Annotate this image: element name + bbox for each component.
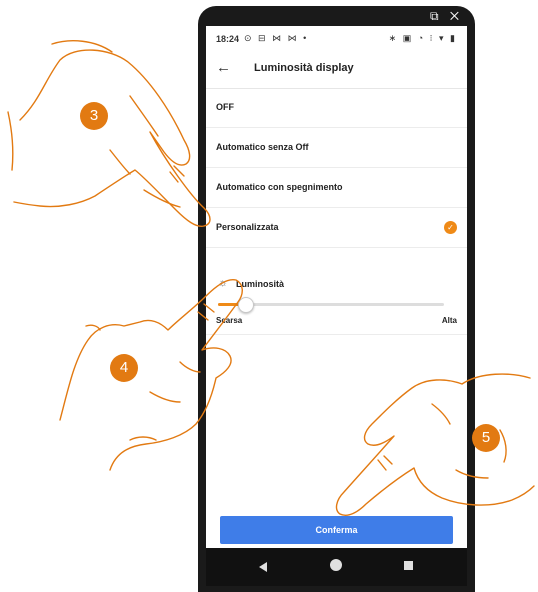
option-custom[interactable]: Personalizzata ✓ xyxy=(206,208,467,248)
back-arrow-icon[interactable]: ← xyxy=(216,59,231,76)
step-badge-5: 5 xyxy=(472,424,500,452)
brightness-label: Luminosità xyxy=(236,279,285,289)
brightness-low-label: Scarsa xyxy=(216,316,243,325)
window-toolbar: ⧉ ✕ xyxy=(198,6,475,26)
option-auto-with-off[interactable]: Automatico con spegnimento xyxy=(206,168,467,208)
option-off[interactable]: OFF xyxy=(206,88,467,128)
option-label: Personalizzata xyxy=(216,222,279,232)
sun-icon: ☼ xyxy=(218,277,229,289)
option-label: OFF xyxy=(216,102,234,112)
brightness-slider-thumb[interactable] xyxy=(238,297,255,313)
status-bar: 18:24 ⊙ ⊟ ⋈ ⋈ • ∗ ▣ ◔ ⁝ ▾ ▮ xyxy=(206,26,467,50)
status-right-icons: ∗ ▣ ◔ ⁝ ▾ ▮ xyxy=(388,33,457,43)
android-nav-bar xyxy=(206,548,467,586)
brightness-high-label: Alta xyxy=(441,316,457,325)
nav-recent-apps-icon[interactable] xyxy=(404,561,413,570)
window-tool-icons[interactable]: ⧉ ✕ xyxy=(430,9,463,24)
app-bar: ← Luminosità display xyxy=(206,50,467,89)
brightness-slider[interactable] xyxy=(218,297,444,313)
check-icon: ✓ xyxy=(444,221,457,234)
option-label: Automatico senza Off xyxy=(216,142,309,152)
option-auto-no-off[interactable]: Automatico senza Off xyxy=(206,128,467,168)
status-time: 18:24 xyxy=(216,34,240,44)
step-badge-3: 3 xyxy=(80,102,108,130)
nav-back-icon[interactable] xyxy=(259,562,267,572)
nav-home-icon[interactable] xyxy=(330,559,342,571)
status-left-icons: ⊙ ⊟ ⋈ ⋈ • xyxy=(244,33,309,43)
page-title: Luminosità display xyxy=(254,62,354,74)
confirm-button[interactable]: Conferma xyxy=(220,516,453,544)
option-label: Automatico con spegnimento xyxy=(216,182,343,192)
app-screen: 18:24 ⊙ ⊟ ⋈ ⋈ • ∗ ▣ ◔ ⁝ ▾ ▮ ← Luminosità… xyxy=(206,26,467,554)
step-badge-4: 4 xyxy=(110,354,138,382)
brightness-section: ☼ Luminosità Scarsa Alta xyxy=(206,268,467,335)
